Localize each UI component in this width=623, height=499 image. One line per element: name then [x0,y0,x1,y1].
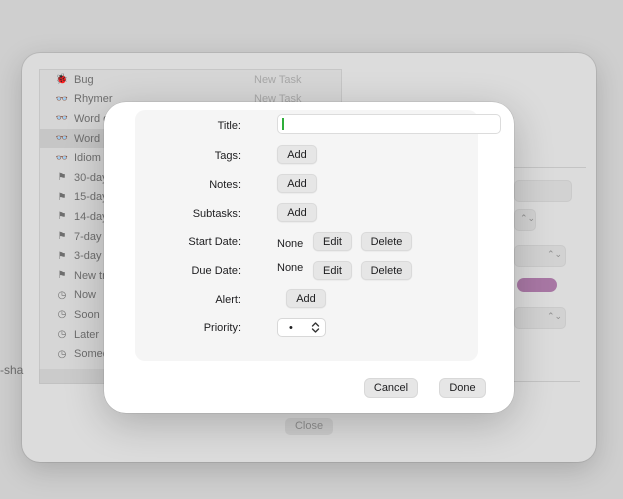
glasses-icon: 👓 [55,133,69,145]
add-tags-button[interactable]: Add [277,145,317,164]
glasses-icon: 👓 [55,113,69,125]
clock-icon: ◷ [57,329,67,341]
color-swatch [517,278,557,292]
list-item-label: Soon [74,308,100,321]
chevron-updown-icon: ⌃⌄ [547,311,563,321]
chevron-updown-icon: ⌃⌄ [520,213,536,223]
list-item-label: Idiom [74,152,101,165]
glasses-icon: 👓 [55,152,69,164]
bg-field [514,180,572,202]
clock-icon: ◷ [57,309,67,321]
cancel-button[interactable]: Cancel [364,378,418,398]
flag-icon: ⚑ [57,172,67,184]
edit-due-date-button[interactable]: Edit [313,261,352,280]
title-label: Title: [217,120,241,132]
priority-value: • [289,322,293,334]
delete-start-date-button[interactable]: Delete [361,232,412,251]
glasses-icon: 👓 [55,93,69,105]
text-caret [282,118,284,130]
flag-icon: ⚑ [57,231,67,243]
flag-icon: ⚑ [57,250,67,262]
clock-icon: ◷ [57,289,67,301]
add-notes-button[interactable]: Add [277,174,317,193]
new-task-sheet: Title: Tags: Add Notes: Add Subtasks: Ad… [104,102,514,413]
flag-icon: ⚑ [57,191,67,203]
priority-popup[interactable]: • [277,318,326,337]
flag-icon: ⚑ [57,270,67,282]
list-item-subtitle: New Task [254,73,302,86]
side-text: -sha [0,363,24,377]
due-date-label: Due Date: [191,265,241,277]
list-item[interactable]: 🐞 Bug New Task [40,70,341,90]
start-date-label: Start Date: [188,236,241,248]
list-item-label: Now [74,289,97,302]
list-item-label: Bug [74,73,94,86]
list-item-label: Rhymer [74,93,113,106]
close-button[interactable]: Close [285,418,333,435]
subtasks-label: Subtasks: [192,208,241,220]
task-form: Title: Tags: Add Notes: Add Subtasks: Ad… [135,110,501,361]
clock-icon: ◷ [57,348,67,360]
tags-label: Tags: [214,150,241,162]
list-item-label: Word [74,132,101,145]
list-item-label: Later [74,328,100,341]
alert-label: Alert: [215,294,241,306]
flag-icon: ⚑ [57,211,67,223]
notes-label: Notes: [209,179,241,191]
done-button[interactable]: Done [439,378,486,398]
chevron-updown-icon [311,321,320,337]
due-date-value: None [277,262,304,274]
priority-label: Priority: [203,322,241,334]
edit-start-date-button[interactable]: Edit [313,232,352,251]
delete-due-date-button[interactable]: Delete [361,261,412,280]
add-subtasks-button[interactable]: Add [277,203,317,222]
add-alert-button[interactable]: Add [286,289,326,308]
title-input[interactable] [277,114,501,134]
chevron-updown-icon: ⌃⌄ [547,249,563,259]
ladybug-icon: 🐞 [55,74,69,86]
start-date-value: None [277,238,304,250]
